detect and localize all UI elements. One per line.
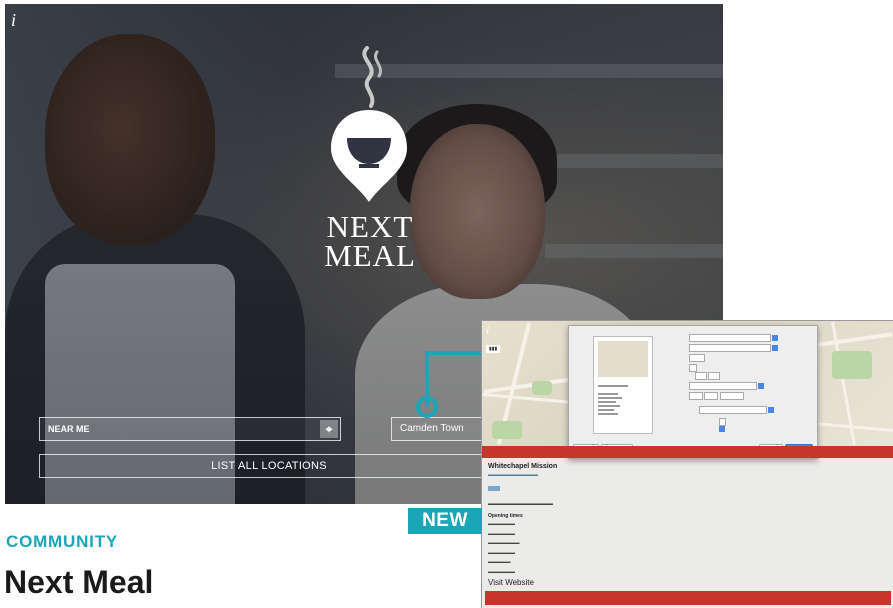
list-all-locations-button[interactable]: LIST ALL LOCATIONS — [39, 454, 499, 478]
crosshair-icon[interactable]: ⌖ — [320, 420, 338, 438]
preview-map — [598, 341, 648, 377]
visit-website-link[interactable]: Visit Website — [488, 578, 888, 587]
printer-row[interactable] — [689, 334, 779, 342]
red-header-bar — [482, 446, 893, 458]
map-park — [532, 381, 552, 395]
safari-select[interactable] — [699, 406, 775, 414]
preview-line — [598, 393, 618, 395]
venue-tag — [488, 486, 500, 491]
area-value: Camden Town — [400, 423, 464, 434]
venue-details: Whitechapel Mission ▬▬▬▬▬▬▬▬▬▬ ▬▬▬▬▬▬▬▬▬… — [488, 463, 888, 587]
print-preview — [593, 336, 653, 434]
info-icon-small[interactable]: i — [486, 323, 489, 338]
orientation-row[interactable] — [689, 392, 744, 400]
pages-row[interactable] — [689, 364, 697, 372]
info-icon[interactable]: i — [11, 10, 16, 31]
next-meal-logo — [331, 46, 407, 202]
preview-line — [598, 405, 620, 407]
category-label: COMMUNITY — [6, 532, 119, 551]
print-backgrounds-checkbox[interactable] — [719, 418, 726, 426]
copies-row[interactable] — [689, 354, 705, 362]
paper-size-row[interactable] — [689, 382, 765, 390]
brand-line-2: MEAL — [324, 238, 416, 273]
preview-line — [598, 413, 618, 415]
app-screenshot-detail: i ▮▮▮ ? ▾ Whitechapel Mission ▬▬▬▬ — [481, 320, 893, 608]
near-me-label: NEAR ME — [48, 424, 90, 434]
brand-line-1: NEXT — [326, 209, 414, 244]
near-me-input[interactable]: NEAR ME ⌖ — [39, 417, 341, 441]
venue-name: Whitechapel Mission — [488, 463, 558, 470]
print-headers-checkbox[interactable] — [719, 426, 725, 432]
brand-wordmark: NEXT MEAL — [305, 209, 435, 273]
preview-line — [598, 385, 628, 387]
map-toggle[interactable]: ▮▮▮ — [486, 345, 501, 353]
pages-range-row[interactable] — [695, 372, 721, 380]
call-venue-button[interactable] — [485, 591, 891, 605]
venue-address[interactable]: ▬▬▬▬▬▬▬▬▬▬ — [488, 472, 888, 478]
opening-times-list: ▬▬▬▬▬▬ ▬▬▬▬▬▬ ▬▬▬▬▬▬▬ ▬▬▬▬▬▬ ▬▬▬▬▬ ▬▬▬▬▬▬ — [488, 521, 520, 574]
preview-line — [598, 397, 622, 399]
map-park — [492, 421, 522, 439]
article-title: Next Meal — [4, 564, 154, 600]
map-park — [832, 351, 872, 379]
print-dialog[interactable]: ? ▾ — [568, 325, 818, 459]
presets-row[interactable] — [689, 344, 779, 352]
venue-description: ▬▬▬▬▬▬▬▬▬▬▬▬▬ — [488, 501, 553, 507]
preview-line — [598, 401, 616, 403]
preview-line — [598, 409, 614, 411]
new-badge: NEW — [408, 508, 482, 534]
